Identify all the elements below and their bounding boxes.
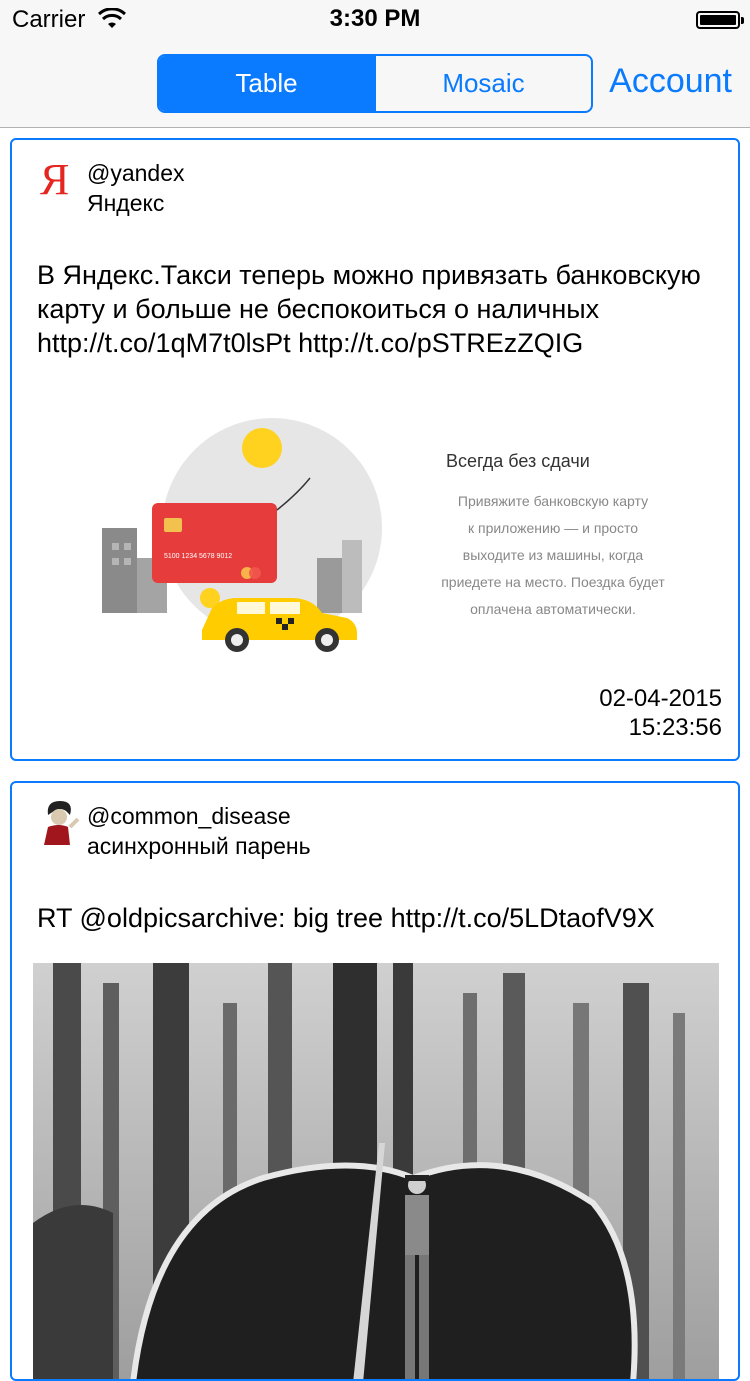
tweet-text: RT @oldpicsarchive: big tree http://t.co… bbox=[37, 903, 655, 933]
view-mode-segmented-control: Table Mosaic bbox=[157, 54, 593, 113]
svg-text:5100 1234 5678 9012: 5100 1234 5678 9012 bbox=[164, 553, 232, 560]
status-time: 3:30 PM bbox=[329, 5, 421, 32]
promo-line: выходите из машины, когда bbox=[462, 547, 644, 563]
tweet-card[interactable]: @common_disease асинхронный парень RT @o… bbox=[10, 781, 740, 1381]
status-bar: Carrier 3:30 PM bbox=[0, 0, 750, 40]
tweet-author-name: асинхронный парень bbox=[87, 833, 311, 859]
sun-shape bbox=[242, 428, 282, 468]
account-button[interactable]: Account bbox=[609, 62, 732, 101]
tweet-text: В Яндекс.Такси теперь можно привязать ба… bbox=[37, 260, 701, 358]
promo-line: приедете на место. Поездка будет bbox=[441, 574, 665, 590]
cartoon-avatar-icon bbox=[44, 801, 80, 845]
tweet-handle[interactable]: @yandex bbox=[87, 160, 185, 187]
segment-mosaic[interactable]: Mosaic bbox=[374, 56, 591, 111]
nav-bar: Table Mosaic Account bbox=[0, 40, 750, 128]
tweet-time: 15:23:56 bbox=[628, 714, 722, 741]
promo-title: Всегда без сдачи bbox=[446, 451, 590, 471]
battery-tip bbox=[741, 17, 744, 24]
yandex-logo-icon: Я bbox=[40, 155, 69, 204]
battery-icon bbox=[696, 11, 740, 29]
building-shape bbox=[102, 528, 137, 613]
tweet-timestamp: 02-04-2015 15:23:56 bbox=[599, 684, 722, 742]
svg-text:Я: Я bbox=[40, 155, 69, 204]
promo-body: Привяжите банковскую карту к приложению … bbox=[388, 488, 718, 623]
promo-line: Привяжите банковскую карту bbox=[457, 493, 649, 509]
promo-line: оплачена автоматически. bbox=[470, 601, 636, 617]
credit-card-shape: 5100 1234 5678 9012 bbox=[152, 503, 277, 583]
segment-table[interactable]: Table bbox=[159, 56, 374, 111]
tweet-card[interactable]: Я @yandex Яндекс В Яндекс.Такси теперь м… bbox=[10, 138, 740, 761]
tweet-handle[interactable]: @common_disease bbox=[87, 803, 291, 830]
tweet-date: 02-04-2015 bbox=[599, 685, 722, 712]
tweet-author-name: Яндекс bbox=[87, 190, 165, 216]
big-tree-photo[interactable] bbox=[33, 963, 719, 1381]
promo-line: к приложению — и просто bbox=[467, 520, 639, 536]
